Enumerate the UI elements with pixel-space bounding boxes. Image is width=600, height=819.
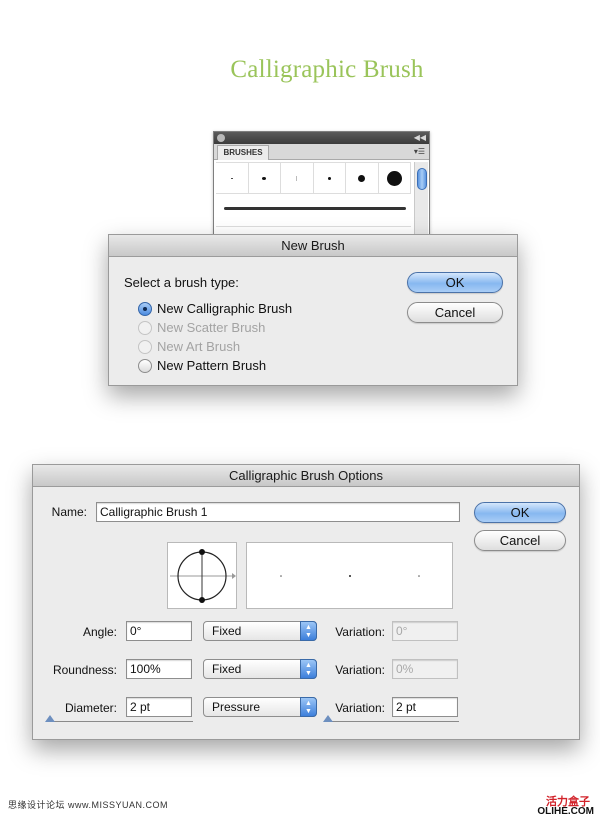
select-arrows-icon[interactable]: ▲ ▼: [300, 659, 317, 679]
angle-variation-label: Variation:: [335, 625, 385, 639]
panel-tab-row: BRUSHES ▾☰: [214, 144, 429, 160]
stroke-preview-area: [246, 542, 453, 609]
angle-label: Angle:: [82, 625, 117, 639]
page-title: Calligraphic Brush: [230, 56, 424, 83]
brush-swatch[interactable]: [249, 163, 281, 193]
variation-slider-track[interactable]: [325, 721, 459, 722]
brush-swatch[interactable]: [379, 163, 411, 193]
angle-variation-field: 0°: [392, 621, 458, 641]
dialog-title: Calligraphic Brush Options: [33, 465, 579, 487]
roundness-variation-field: 0%: [392, 659, 458, 679]
cancel-button[interactable]: Cancel: [474, 530, 566, 551]
roundness-variation-label: Variation:: [335, 663, 385, 677]
dialog-title: New Brush: [109, 235, 517, 257]
ok-button[interactable]: OK: [474, 502, 566, 523]
brush-swatch[interactable]: [216, 163, 249, 193]
brush-shape-editor[interactable]: [167, 542, 237, 609]
diameter-field[interactable]: 2 pt: [126, 697, 192, 717]
angle-field[interactable]: 0°: [126, 621, 192, 641]
select-arrows-icon[interactable]: ▲ ▼: [300, 697, 317, 717]
name-field[interactable]: Calligraphic Brush 1: [96, 502, 460, 522]
radio-label: New Art Brush: [157, 339, 241, 354]
radio-scatter-brush: New Scatter Brush: [138, 320, 265, 335]
radio-label: New Scatter Brush: [157, 320, 266, 335]
radio-pattern-brush[interactable]: New Pattern Brush: [138, 358, 266, 373]
radio-button: [138, 339, 152, 354]
brush-swatch[interactable]: [346, 163, 379, 193]
name-label: Name:: [51, 505, 87, 519]
radio-art-brush: New Art Brush: [138, 339, 240, 354]
variation-slider-thumb[interactable]: [323, 715, 333, 722]
footer-brand-en: OLIHE.COM: [537, 806, 594, 817]
tab-brushes[interactable]: BRUSHES: [217, 145, 269, 160]
diameter-label: Diameter:: [64, 701, 117, 715]
roundness-mode-select[interactable]: Fixed ▲ ▼: [203, 659, 317, 679]
radio-label: New Calligraphic Brush: [157, 301, 293, 316]
brush-swatch[interactable]: [281, 163, 314, 193]
diameter-variation-label: Variation:: [335, 701, 385, 715]
brush-swatch[interactable]: [314, 163, 346, 193]
new-brush-dialog: New Brush Select a brush type: New Calli…: [108, 234, 518, 386]
radio-button[interactable]: [138, 358, 152, 373]
divider: [216, 226, 411, 227]
diameter-variation-field[interactable]: 2 pt: [392, 697, 458, 717]
size-preview-dots: [280, 575, 420, 577]
ellipse-preview-icon[interactable]: [168, 543, 236, 608]
art-brush-stroke[interactable]: [224, 207, 406, 210]
select-value: Fixed: [212, 624, 242, 638]
radio-calligraphic-brush[interactable]: New Calligraphic Brush: [138, 301, 292, 316]
radio-button: [138, 320, 152, 335]
select-value: Pressure: [212, 700, 261, 714]
diameter-slider-track[interactable]: [47, 721, 193, 722]
ok-button[interactable]: OK: [407, 272, 503, 293]
diameter-mode-select[interactable]: Pressure ▲ ▼: [203, 697, 317, 717]
brush-swatch-grid: [216, 162, 411, 194]
radio-button[interactable]: [138, 301, 152, 316]
diameter-slider-thumb[interactable]: [45, 715, 55, 722]
angle-mode-select[interactable]: Fixed ▲ ▼: [203, 621, 317, 641]
scrollbar-thumb[interactable]: [417, 168, 427, 190]
select-arrows-icon[interactable]: ▲ ▼: [300, 621, 317, 641]
brush-type-prompt: Select a brush type:: [124, 275, 239, 290]
brushes-panel: ◀◀ BRUSHES ▾☰: [213, 131, 430, 241]
panel-titlebar: ◀◀: [214, 132, 429, 144]
roundness-label: Roundness:: [52, 663, 117, 677]
select-value: Fixed: [212, 662, 242, 676]
panel-scrollbar[interactable]: [414, 162, 428, 240]
cancel-button[interactable]: Cancel: [407, 302, 503, 323]
roundness-field[interactable]: 100%: [126, 659, 192, 679]
calligraphic-brush-options-dialog: Calligraphic Brush Options Name: Calligr…: [32, 464, 580, 740]
radio-label: New Pattern Brush: [157, 358, 267, 373]
panel-close-icon[interactable]: [217, 134, 225, 142]
panel-menu-icon[interactable]: ▾☰: [414, 146, 425, 158]
footer-left-watermark: 思缘设计论坛 www.MISSYUAN.COM: [8, 800, 169, 810]
double-chevron-icon[interactable]: ◀◀: [414, 132, 426, 144]
